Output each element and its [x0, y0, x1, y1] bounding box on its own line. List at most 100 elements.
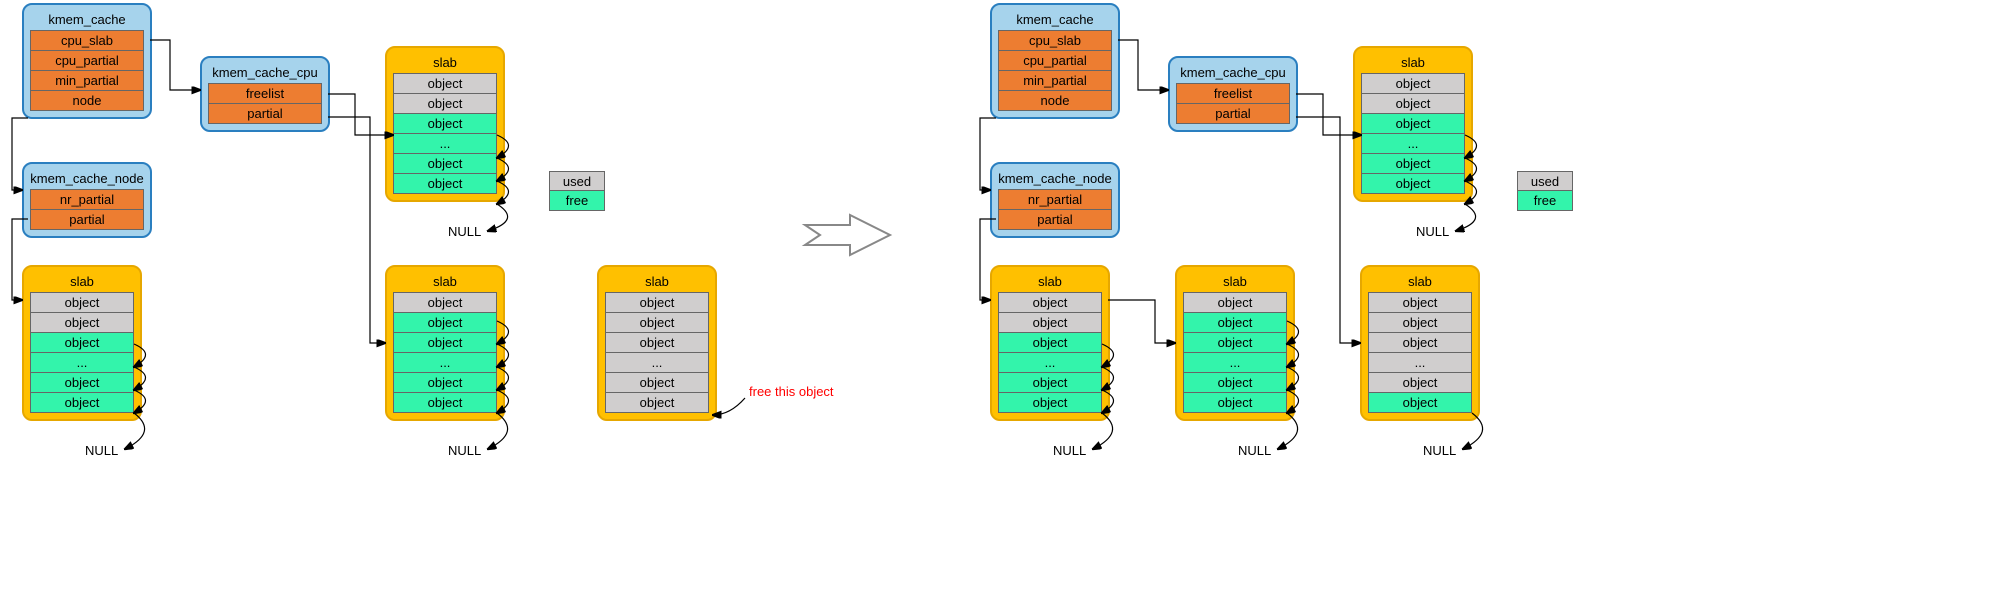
null-label: NULL	[1053, 443, 1086, 458]
slab-obj: object	[1183, 392, 1287, 413]
slab-obj: object	[1183, 332, 1287, 353]
field-node: node	[998, 90, 1112, 111]
slab-title: slab	[393, 272, 497, 293]
field-min-partial: min_partial	[998, 70, 1112, 91]
kmem-cache-title: kmem_cache	[998, 10, 1112, 31]
slab-obj: object	[393, 73, 497, 94]
slab-obj: ...	[1368, 352, 1472, 373]
slab-obj: object	[30, 312, 134, 333]
slab-obj: object	[1183, 372, 1287, 393]
slab-title: slab	[1183, 272, 1287, 293]
field-cpu-slab: cpu_slab	[30, 30, 144, 51]
slab-obj: object	[1183, 312, 1287, 333]
slab-obj: object	[605, 372, 709, 393]
slab-obj: object	[393, 292, 497, 313]
slab-obj: object	[30, 292, 134, 313]
slab-title: slab	[393, 53, 497, 74]
free-this-annotation: free this object	[749, 384, 834, 399]
slab-obj: object	[605, 292, 709, 313]
field-min-partial: min_partial	[30, 70, 144, 91]
slab-obj: object	[393, 372, 497, 393]
null-label: NULL	[1416, 224, 1449, 239]
field-partial: partial	[1176, 103, 1290, 124]
slab-obj: object	[393, 173, 497, 194]
field-nr-partial: nr_partial	[30, 189, 144, 210]
slab-br2: slab object object object ... object obj…	[1175, 265, 1295, 421]
slab-obj: ...	[393, 352, 497, 373]
legend-used: used	[1518, 172, 1572, 191]
slab-obj: object	[393, 312, 497, 333]
slab-obj: object	[1361, 93, 1465, 114]
field-nr-partial: nr_partial	[998, 189, 1112, 210]
slab-obj: ...	[605, 352, 709, 373]
kmem-cache-cpu-right: kmem_cache_cpu freelist partial	[1168, 56, 1298, 132]
slab-obj: object	[1368, 372, 1472, 393]
legend-used: used	[550, 172, 604, 191]
kmem-cache-left: kmem_cache cpu_slab cpu_partial min_part…	[22, 3, 152, 119]
slab-title: slab	[30, 272, 134, 293]
slab-obj: object	[605, 312, 709, 333]
kmem-cache-cpu-left: kmem_cache_cpu freelist partial	[200, 56, 330, 132]
slab-obj: object	[393, 93, 497, 114]
slab-obj: object	[1368, 312, 1472, 333]
kmem-cache-cpu-title: kmem_cache_cpu	[208, 63, 322, 84]
slab-obj: object	[1361, 173, 1465, 194]
slab-obj: object	[1368, 392, 1472, 413]
kmem-cache-cpu-title: kmem_cache_cpu	[1176, 63, 1290, 84]
field-node: node	[30, 90, 144, 111]
slab-obj: ...	[30, 352, 134, 373]
legend-right: used free	[1517, 171, 1573, 211]
null-label: NULL	[1423, 443, 1456, 458]
slab-br1: slab object object object ... object obj…	[990, 265, 1110, 421]
null-label: NULL	[448, 443, 481, 458]
slab-obj: object	[1361, 73, 1465, 94]
slab-title: slab	[998, 272, 1102, 293]
slab-obj: object	[30, 332, 134, 353]
kmem-cache-title: kmem_cache	[30, 10, 144, 31]
kmem-cache-node-left: kmem_cache_node nr_partial partial	[22, 162, 152, 238]
slab-obj: object	[393, 153, 497, 174]
slab-obj: object	[998, 292, 1102, 313]
slab-obj: ...	[1361, 133, 1465, 154]
slab-bottom-left-left: slab object object object ... object obj…	[22, 265, 142, 421]
null-label: NULL	[85, 443, 118, 458]
legend-free: free	[1518, 190, 1572, 210]
slab-obj: object	[1368, 292, 1472, 313]
field-partial: partial	[30, 209, 144, 230]
slab-obj: object	[998, 312, 1102, 333]
slab-obj: object	[393, 392, 497, 413]
field-partial: partial	[998, 209, 1112, 230]
slab-obj: object	[1368, 332, 1472, 353]
slab-br3: slab object object object ... object obj…	[1360, 265, 1480, 421]
slab-title: slab	[1368, 272, 1472, 293]
null-label: NULL	[448, 224, 481, 239]
slab-obj: object	[998, 372, 1102, 393]
field-freelist: freelist	[1176, 83, 1290, 104]
slab-obj: object	[605, 392, 709, 413]
slab-obj: object	[30, 392, 134, 413]
slab-obj: object	[393, 113, 497, 134]
slab-obj: object	[1361, 153, 1465, 174]
null-label: NULL	[1238, 443, 1271, 458]
kmem-cache-node-title: kmem_cache_node	[998, 169, 1112, 190]
field-cpu-slab: cpu_slab	[998, 30, 1112, 51]
slab-obj: object	[998, 392, 1102, 413]
kmem-cache-node-right: kmem_cache_node nr_partial partial	[990, 162, 1120, 238]
transition-arrow-icon	[800, 210, 900, 260]
kmem-cache-right: kmem_cache cpu_slab cpu_partial min_part…	[990, 3, 1120, 119]
field-partial: partial	[208, 103, 322, 124]
slab-top-right: slab object object object ... object obj…	[1353, 46, 1473, 202]
field-cpu-partial: cpu_partial	[998, 50, 1112, 71]
legend-left: used free	[549, 171, 605, 211]
slab-obj: object	[998, 332, 1102, 353]
slab-obj: object	[30, 372, 134, 393]
slab-obj: object	[605, 332, 709, 353]
slab-title: slab	[605, 272, 709, 293]
slab-title: slab	[1361, 53, 1465, 74]
slab-obj: ...	[1183, 352, 1287, 373]
slab-bottom-mid-left: slab object object object ... object obj…	[385, 265, 505, 421]
kmem-cache-node-title: kmem_cache_node	[30, 169, 144, 190]
slab-obj: object	[393, 332, 497, 353]
legend-free: free	[550, 190, 604, 210]
slab-all-used-left: slab object object object ... object obj…	[597, 265, 717, 421]
